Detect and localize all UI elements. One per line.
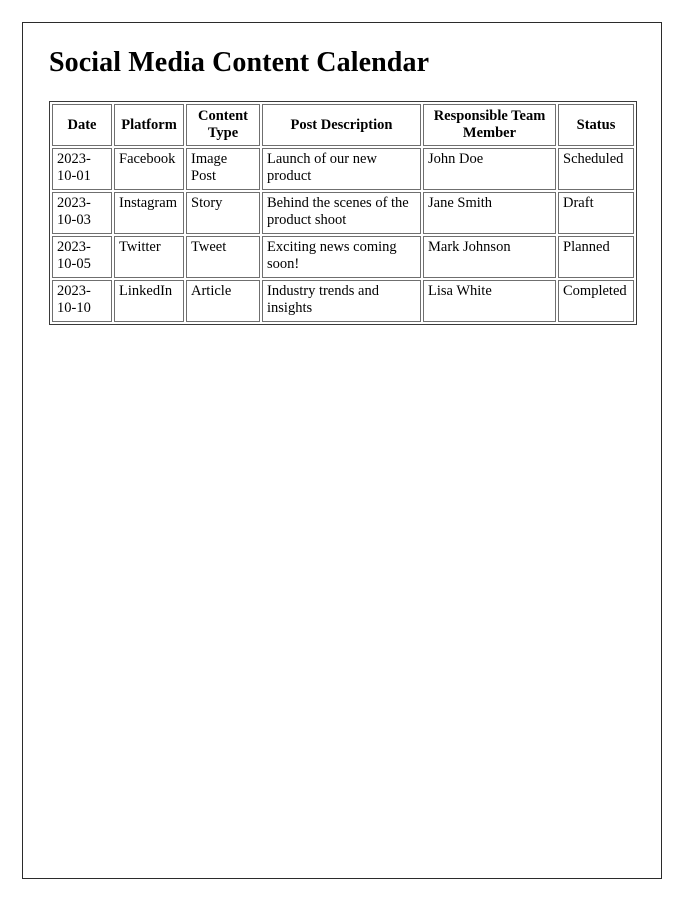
table-row: 2023-10-03 Instagram Story Behind the sc… [52,192,634,235]
content-calendar-table: Date Platform Content Type Post Descript… [49,101,637,326]
column-header-platform: Platform [114,104,184,147]
cell-status: Scheduled [558,148,634,191]
cell-post-description: Launch of our new product [262,148,421,191]
column-header-status: Status [558,104,634,147]
cell-platform: LinkedIn [114,280,184,323]
column-header-post-description: Post Description [262,104,421,147]
table-row: 2023-10-01 Facebook Image Post Launch of… [52,148,634,191]
cell-content-type: Tweet [186,236,260,279]
page-content: Social Media Content Calendar Date Platf… [23,23,661,326]
cell-status: Planned [558,236,634,279]
table-row: 2023-10-10 LinkedIn Article Industry tre… [52,280,634,323]
cell-responsible-team-member: Lisa White [423,280,556,323]
cell-status: Draft [558,192,634,235]
cell-post-description: Exciting news coming soon! [262,236,421,279]
table-header-row: Date Platform Content Type Post Descript… [52,104,634,147]
cell-date: 2023-10-01 [52,148,112,191]
cell-date: 2023-10-03 [52,192,112,235]
page-title: Social Media Content Calendar [49,47,430,78]
cell-platform: Facebook [114,148,184,191]
cell-platform: Instagram [114,192,184,235]
cell-platform: Twitter [114,236,184,279]
cell-content-type: Image Post [186,148,260,191]
cell-responsible-team-member: Mark Johnson [423,236,556,279]
page-frame: Social Media Content Calendar Date Platf… [22,22,662,879]
cell-post-description: Behind the scenes of the product shoot [262,192,421,235]
table-row: 2023-10-05 Twitter Tweet Exciting news c… [52,236,634,279]
column-header-content-type: Content Type [186,104,260,147]
cell-date: 2023-10-10 [52,280,112,323]
cell-responsible-team-member: John Doe [423,148,556,191]
cell-status: Completed [558,280,634,323]
column-header-responsible-team-member: Responsible Team Member [423,104,556,147]
cell-content-type: Article [186,280,260,323]
cell-content-type: Story [186,192,260,235]
cell-date: 2023-10-05 [52,236,112,279]
table-header: Date Platform Content Type Post Descript… [52,104,634,147]
cell-post-description: Industry trends and insights [262,280,421,323]
table-body: 2023-10-01 Facebook Image Post Launch of… [52,148,634,323]
cell-responsible-team-member: Jane Smith [423,192,556,235]
column-header-date: Date [52,104,112,147]
